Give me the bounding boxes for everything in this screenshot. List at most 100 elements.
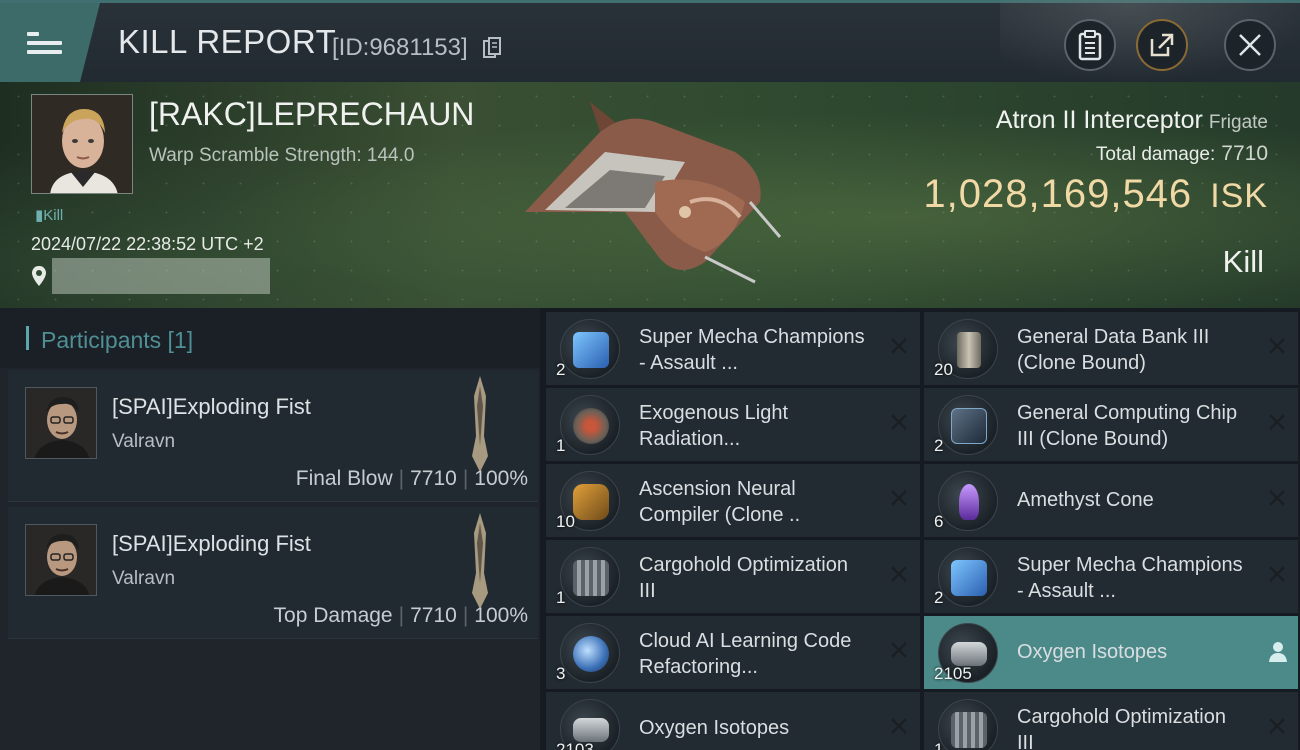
item-row[interactable]: 6 Amethyst Cone	[924, 464, 1298, 537]
remove-x-icon[interactable]	[1267, 336, 1287, 356]
item-quantity: 2103	[556, 740, 594, 750]
item-row[interactable]: 2 Super Mecha Champions - Assault ...	[924, 540, 1298, 613]
participant-name[interactable]: [SPAI]Exploding Fist	[112, 394, 311, 420]
total-damage-value: 7710	[1221, 142, 1268, 165]
remove-x-icon[interactable]	[1267, 412, 1287, 432]
menu-icon	[27, 27, 62, 59]
kill-tag: ▮Kill	[35, 207, 64, 224]
item-quantity: 6	[934, 512, 944, 531]
remove-x-icon[interactable]	[889, 564, 909, 584]
item-name: Cargohold Optimization III	[639, 554, 848, 602]
participant-ship: Valravn	[112, 431, 176, 452]
divider: |	[462, 604, 469, 627]
amethyst-cone-icon	[938, 471, 998, 531]
share-button[interactable]	[1136, 19, 1188, 71]
copy-icon[interactable]	[483, 37, 501, 59]
participant-damage: 7710	[410, 604, 457, 627]
item-name: Super Mecha Champions - Assault ...	[639, 326, 865, 374]
victim-banner: [RAKC]LEPRECHAUN Warp Scramble Strength:…	[0, 82, 1300, 308]
item-quantity: 20	[934, 360, 953, 379]
remove-x-icon[interactable]	[889, 716, 909, 736]
victim-portrait[interactable]	[31, 94, 133, 194]
item-name: General Computing Chip III (Clone Bound)	[1017, 402, 1238, 450]
dropped-items-grid: 2 Super Mecha Champions - Assault ... 20…	[540, 308, 1300, 750]
remove-x-icon[interactable]	[889, 336, 909, 356]
item-quantity: 10	[556, 512, 575, 531]
item-row[interactable]: 1 Cargohold Optimization III	[546, 540, 920, 613]
kill-tag-label: Kill	[43, 207, 64, 224]
remove-x-icon[interactable]	[1267, 488, 1287, 508]
item-name: Oxygen Isotopes	[639, 717, 790, 739]
share-icon	[1150, 33, 1174, 57]
item-row[interactable]: 20 General Data Bank III (Clone Bound)	[924, 312, 1298, 385]
close-button[interactable]	[1224, 19, 1276, 71]
item-row[interactable]: 3 Cloud AI Learning Code Refactoring...	[546, 616, 920, 689]
cloud-ai-orb-icon	[560, 623, 620, 683]
kill-timestamp: 2024/07/22 22:38:52 UTC +2	[31, 234, 264, 254]
participant-percent: 100%	[474, 604, 528, 627]
item-row-selected[interactable]: 2105 Oxygen Isotopes	[924, 616, 1298, 689]
remove-x-icon[interactable]	[889, 412, 909, 432]
participant-damage: 7710	[410, 467, 457, 490]
item-row[interactable]: 2 Super Mecha Champions - Assault ...	[546, 312, 920, 385]
user-icon[interactable]	[1268, 641, 1288, 663]
participants-title: Participants [1]	[41, 327, 194, 353]
participant-avatar[interactable]	[25, 387, 97, 459]
participant-ship-icon[interactable]	[468, 376, 492, 472]
ship-name-text: Atron II Interceptor	[995, 106, 1203, 134]
isk-value: 1,028,169,546 ISK	[923, 172, 1268, 217]
participant-role: Top Damage	[273, 604, 393, 627]
item-name: General Data Bank III (Clone Bound)	[1017, 326, 1210, 374]
item-quantity: 2	[934, 588, 944, 607]
participant-name[interactable]: [SPAI]Exploding Fist	[112, 531, 311, 557]
participant-portrait	[26, 388, 96, 458]
top-bar: KILL REPORT [ID:9681153]	[0, 0, 1300, 83]
remove-x-icon[interactable]	[1267, 564, 1287, 584]
total-damage: Total damage: 7710	[1096, 142, 1268, 166]
isk-unit: ISK	[1210, 177, 1268, 215]
cargohold-optimization-icon	[560, 547, 620, 607]
participant-portrait	[26, 525, 96, 595]
close-icon	[1239, 34, 1261, 56]
item-row[interactable]: 2 General Computing Chip III (Clone Boun…	[924, 388, 1298, 461]
remove-x-icon[interactable]	[889, 488, 909, 508]
item-row[interactable]: 1 Cargohold Optimization III	[924, 692, 1298, 750]
item-quantity: 1	[556, 436, 566, 455]
victim-name[interactable]: [RAKC]LEPRECHAUN	[149, 96, 474, 133]
clipboard-icon	[1078, 30, 1102, 61]
participant-stats: Final Blow | 7710 | 100%	[296, 467, 528, 491]
remove-x-icon[interactable]	[1267, 716, 1287, 736]
participant-card[interactable]: [SPAI]Exploding Fist Valravn Top Damage |…	[8, 507, 538, 639]
warp-scramble-strength: Warp Scramble Strength: 144.0	[149, 145, 415, 166]
item-row[interactable]: 10 Ascension Neural Compiler (Clone ..	[546, 464, 920, 537]
participant-ship-icon[interactable]	[468, 513, 492, 609]
participant-avatar[interactable]	[25, 524, 97, 596]
item-row[interactable]: 1 Exogenous Light Radiation...	[546, 388, 920, 461]
participant-percent: 100%	[474, 467, 528, 490]
menu-button[interactable]	[0, 3, 100, 82]
victim-ship-name[interactable]: Atron II Interceptor Frigate	[996, 106, 1268, 135]
location-redacted[interactable]	[52, 258, 270, 294]
isk-amount: 1,028,169,546	[923, 172, 1193, 216]
location-pin-icon	[32, 266, 46, 286]
cargohold-optimization-icon	[938, 699, 998, 750]
participant-card[interactable]: [SPAI]Exploding Fist Valravn Final Blow |…	[8, 370, 538, 502]
item-row[interactable]: 2103 Oxygen Isotopes	[546, 692, 920, 750]
page-title: KILL REPORT	[118, 23, 337, 60]
victim-ship-render[interactable]	[505, 92, 795, 292]
clipboard-button[interactable]	[1064, 19, 1116, 71]
item-name: Amethyst Cone	[1017, 489, 1154, 511]
radiation-device-icon	[560, 395, 620, 455]
header-accent-bar	[26, 326, 29, 350]
participant-stats: Top Damage | 7710 | 100%	[274, 604, 528, 628]
ship-class: Frigate	[1208, 112, 1268, 133]
super-mecha-champions-icon	[560, 319, 620, 379]
item-quantity: 3	[556, 664, 566, 683]
participants-header: Participants [1]	[0, 308, 540, 368]
divider: |	[462, 467, 469, 490]
remove-x-icon[interactable]	[889, 640, 909, 660]
item-quantity: 1	[556, 588, 566, 607]
victim-avatar	[32, 95, 132, 193]
participant-role: Final Blow	[295, 467, 393, 490]
item-name: Super Mecha Champions - Assault ...	[1017, 554, 1243, 602]
